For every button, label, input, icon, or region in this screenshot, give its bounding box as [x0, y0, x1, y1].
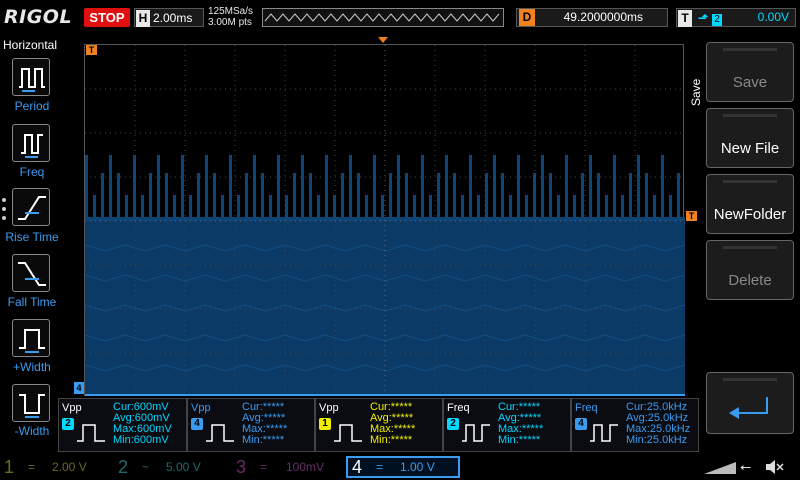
delay-label: D: [519, 9, 535, 26]
vpp-icon: [77, 424, 105, 442]
positive-width-label: +Width: [13, 360, 51, 374]
channel-badge: 2: [62, 418, 74, 430]
save-button[interactable]: Save: [706, 42, 794, 102]
freq-icon: [462, 424, 490, 442]
waveform-display[interactable]: [84, 44, 688, 397]
fall-time-icon: [18, 262, 46, 286]
rise-time-button[interactable]: [12, 188, 50, 226]
freq-label: Freq: [19, 165, 45, 179]
channel-badge: 4: [191, 418, 203, 430]
measurement-vpp-ch4[interactable]: Vpp 4 Cur:***** Avg:***** Max:***** Min:…: [187, 398, 315, 452]
memory-depth: 3.00M pts: [208, 17, 252, 28]
memory-overview-strip[interactable]: [262, 8, 504, 27]
waveform-graticule: [84, 45, 688, 397]
menu-page-dots: [2, 198, 6, 226]
left-menu-title: Horizontal: [2, 38, 58, 52]
trigger-readout[interactable]: T ⬏ 2 0.00V: [676, 8, 796, 27]
negative-width-icon: [19, 394, 45, 418]
timebase-value: 2.00ms: [153, 11, 193, 25]
brand-logo: RIGOL: [4, 6, 73, 28]
trigger-label: T: [678, 10, 692, 27]
new-folder-button[interactable]: NewFolder: [706, 174, 794, 234]
positive-width-button[interactable]: [12, 319, 50, 357]
right-menu-title: Save: [689, 78, 703, 106]
right-menu-tab: Save: [686, 40, 706, 150]
vpp-icon: [334, 424, 362, 442]
delete-button[interactable]: Delete: [706, 240, 794, 300]
rise-time-label: Rise Time: [5, 230, 59, 244]
freq-icon: [21, 134, 43, 158]
trigger-level-marker[interactable]: T: [686, 211, 697, 221]
channel-2-status[interactable]: 2 ~ 5.00 V: [114, 456, 226, 478]
sound-muted-icon[interactable]: [764, 458, 784, 476]
vpp-icon: [206, 424, 234, 442]
delay-marker: T: [86, 45, 97, 55]
fall-time-button[interactable]: [12, 254, 50, 292]
timebase-readout[interactable]: H 2.00ms: [134, 8, 204, 27]
measurement-vpp-ch1[interactable]: Vpp 1 Cur:***** Avg:***** Max:***** Min:…: [315, 398, 443, 452]
trigger-level: 0.00V: [757, 10, 789, 24]
trigger-source: 2: [712, 14, 723, 26]
channel-1-status[interactable]: 1 = 2.00 V: [0, 456, 112, 478]
ch4-ground-marker[interactable]: 4: [74, 382, 84, 394]
negative-width-button[interactable]: [12, 384, 50, 422]
fall-time-label: Fall Time: [7, 295, 57, 309]
new-file-button[interactable]: New File: [706, 108, 794, 168]
freq-icon: [590, 424, 618, 442]
measurement-vpp-ch2[interactable]: Vpp 2 Cur:600mV Avg:600mV Max:600mV Min:…: [58, 398, 187, 452]
return-arrow-icon: [729, 397, 768, 419]
channel-badge: 1: [319, 418, 331, 430]
waveform-trace-spikes: [85, 155, 688, 221]
channel-badge: 2: [447, 418, 459, 430]
measurement-freq-ch4[interactable]: Freq 4 Cur:25.0kHz Avg:25.0kHz Max:25.0k…: [571, 398, 699, 452]
delay-readout[interactable]: D 49.2000000ms: [516, 8, 668, 27]
measurement-freq-ch2[interactable]: Freq 2 Cur:***** Avg:***** Max:***** Min…: [443, 398, 571, 452]
period-label: Period: [14, 99, 50, 113]
acquisition-info: 125MSa/s 3.00M pts: [208, 6, 253, 28]
negative-width-label: -Width: [14, 424, 50, 438]
positive-width-icon: [19, 329, 45, 353]
channel-badge: 4: [575, 418, 587, 430]
timebase-label: H: [136, 10, 150, 27]
trigger-position-marker: [378, 37, 388, 43]
channel-3-status[interactable]: 3 = 100mV: [232, 456, 344, 478]
period-icon: [19, 68, 45, 92]
delay-value: 49.2000000ms: [563, 10, 643, 24]
return-button[interactable]: [706, 372, 794, 434]
channel-4-status[interactable]: 4 = 1.00 V: [346, 456, 460, 478]
menu-arrow-icon: [704, 462, 736, 474]
rise-time-icon: [18, 196, 46, 220]
freq-button[interactable]: [12, 124, 50, 162]
period-button[interactable]: [12, 58, 50, 96]
usb-icon: ⭠: [740, 458, 752, 474]
sample-rate: 125MSa/s: [208, 6, 254, 17]
rising-edge-icon: ⬏: [698, 11, 709, 25]
memory-waveform-icon: [264, 13, 500, 22]
run-stop-status[interactable]: STOP: [84, 8, 130, 27]
